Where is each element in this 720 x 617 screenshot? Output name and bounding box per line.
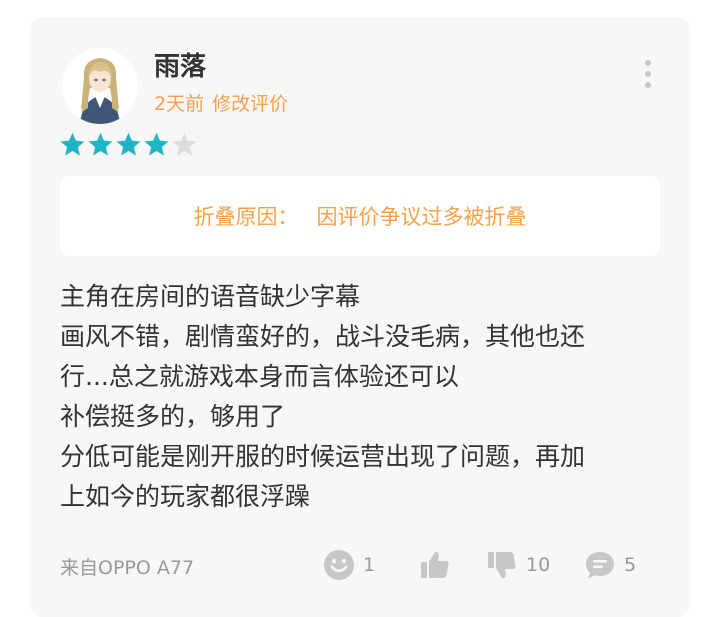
star-empty-icon: [172, 132, 197, 156]
comment-count: 5: [624, 554, 637, 576]
time-ago: 2天前: [154, 93, 205, 115]
review-body-line: 补偿挺多的，够用了: [60, 402, 286, 431]
thumbs-down-icon: [488, 552, 516, 579]
review-body-line: 行...总之就游戏本身而言体验还可以: [60, 362, 459, 391]
thumbs-up-icon: [421, 551, 449, 578]
star-filled-icon: [60, 132, 85, 156]
review-body: 主角在房间的语音缺少字幕 画风不错，剧情蛮好的，战斗没毛病，其他也还 行...总…: [60, 277, 660, 517]
speech-bubble-icon: [586, 552, 614, 579]
review-meta: 2天前 修改评价: [154, 91, 288, 117]
review-footer: 来自OPPO A77 1 10 5: [30, 545, 690, 585]
review-card: 雨落 2天前 修改评价 折叠原因： 因评价争议过多被折叠 主角在房间的语音缺少字幕…: [30, 17, 690, 617]
dislike-count: 10: [526, 554, 551, 576]
star-rating: [59, 131, 198, 159]
fold-reason: 因评价争议过多被折叠: [316, 205, 527, 229]
edited-label: 修改评价: [212, 93, 289, 115]
dislike-button[interactable]: 10: [486, 548, 550, 582]
funny-button[interactable]: 1: [323, 548, 375, 582]
vertical-dots-icon: [645, 60, 651, 88]
star-filled-icon: [88, 132, 113, 156]
username[interactable]: 雨落: [154, 51, 206, 83]
review-body-line: 主角在房间的语音缺少字幕: [60, 282, 361, 311]
funny-count: 1: [363, 554, 376, 576]
star-filled-icon: [116, 132, 141, 156]
fold-notice: 折叠原因： 因评价争议过多被折叠: [60, 176, 660, 256]
more-options-button[interactable]: [638, 57, 658, 91]
review-body-line: 画风不错，剧情蛮好的，战斗没毛病，其他也还: [60, 322, 586, 351]
smiley-icon: [324, 550, 354, 580]
avatar[interactable]: [62, 48, 138, 124]
fold-label: 折叠原因：: [193, 205, 299, 229]
comment-button[interactable]: 5: [584, 548, 636, 582]
star-filled-icon: [144, 132, 169, 156]
device-info: 来自OPPO A77: [60, 557, 195, 579]
like-button[interactable]: [419, 548, 459, 582]
review-body-line: 分低可能是刚开服的时候运营出现了问题，再加: [60, 442, 586, 471]
review-body-line: 上如今的玩家都很浮躁: [60, 482, 311, 511]
